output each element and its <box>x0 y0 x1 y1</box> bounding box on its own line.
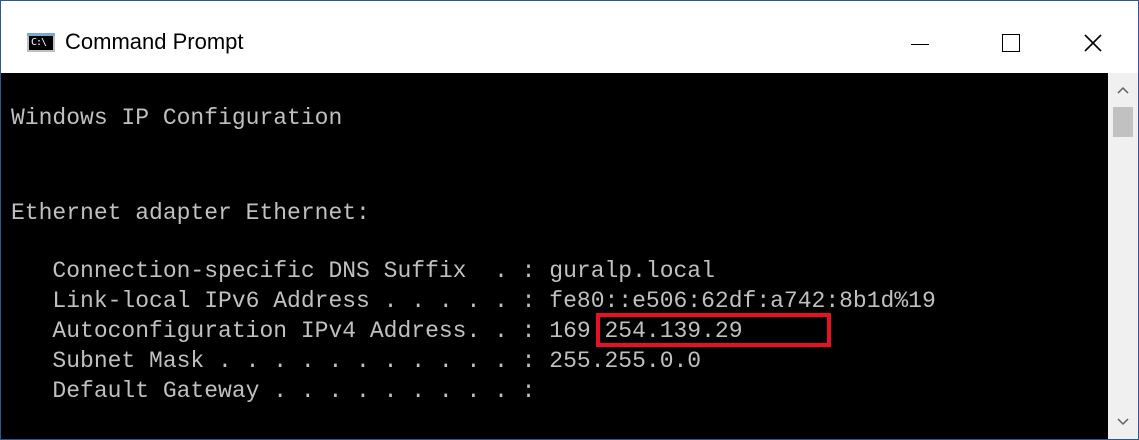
close-button[interactable] <box>1048 15 1138 71</box>
chevron-up-icon <box>1117 86 1129 94</box>
maximize-button[interactable] <box>966 15 1056 71</box>
scrollbar-thumb[interactable] <box>1113 107 1133 137</box>
close-icon <box>1084 34 1102 52</box>
console-line-gateway: Default Gateway . . . . . . . . . : <box>11 378 536 404</box>
console-line-subnet: Subnet Mask . . . . . . . . . . . : 255.… <box>11 348 702 374</box>
console-output[interactable]: Windows IP Configuration Ethernet adapte… <box>1 73 1108 439</box>
console-line-ipv4: Autoconfiguration IPv4 Address. . : 169.… <box>11 318 743 344</box>
minimize-icon <box>911 43 929 45</box>
title-bar[interactable]: C:\ Command Prompt <box>1 1 1138 73</box>
vertical-scrollbar[interactable] <box>1108 73 1138 439</box>
scroll-down-button[interactable] <box>1108 405 1138 439</box>
console-line-ipv6: Link-local IPv6 Address . . . . . : fe80… <box>11 288 936 314</box>
maximize-icon <box>1002 34 1020 52</box>
chevron-down-icon <box>1117 418 1129 426</box>
window-title: Command Prompt <box>65 29 244 54</box>
console-line-heading: Windows IP Configuration <box>11 105 343 131</box>
minimize-button[interactable] <box>875 15 965 71</box>
command-prompt-window: C:\ Command Prompt Windows IP Configurat… <box>0 0 1139 440</box>
scroll-up-button[interactable] <box>1108 73 1138 107</box>
console-line-adapter: Ethernet adapter Ethernet: <box>11 200 370 226</box>
console-line-dns-suffix: Connection-specific DNS Suffix . : gural… <box>11 258 715 284</box>
command-prompt-icon: C:\ <box>27 33 55 52</box>
